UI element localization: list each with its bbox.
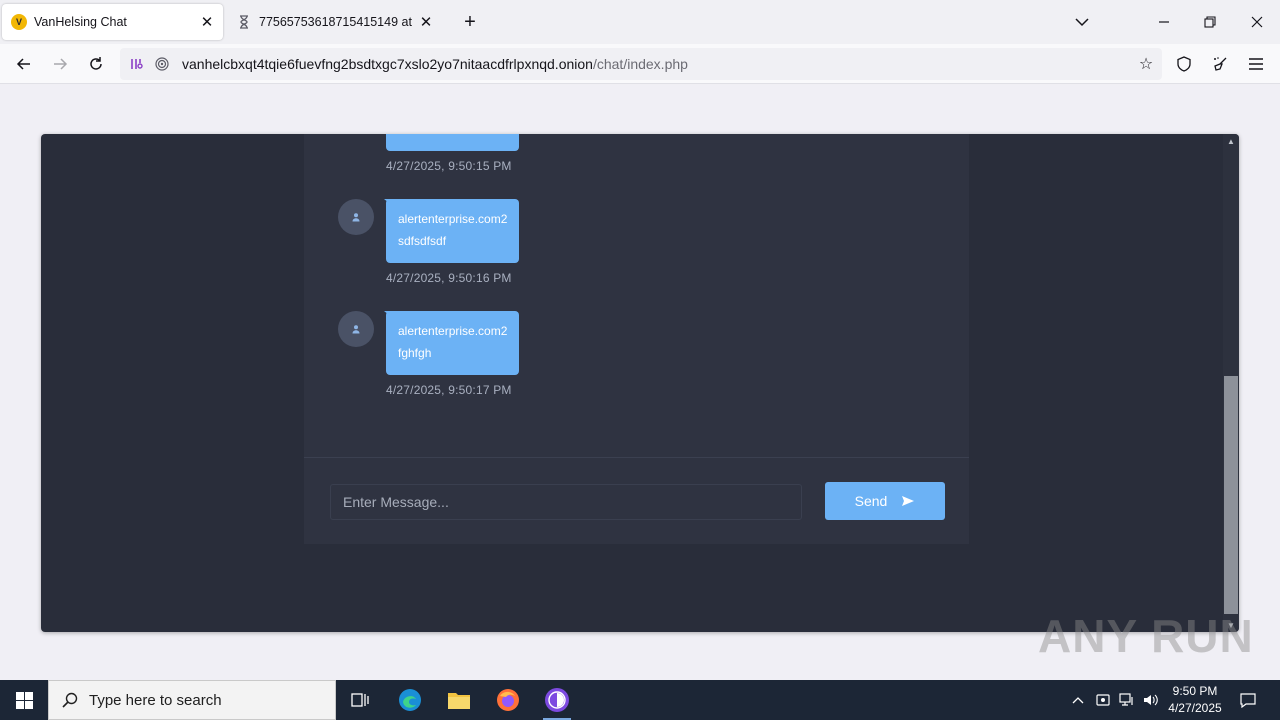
- clock-date: 4/27/2025: [1168, 701, 1222, 715]
- hamburger-menu-icon[interactable]: [1242, 50, 1270, 78]
- shield-icon[interactable]: [1170, 50, 1198, 78]
- message-sender: alertenterprise.com2: [398, 324, 508, 338]
- close-tab-icon[interactable]: ✕: [197, 12, 217, 32]
- bookmark-star-icon[interactable]: ☆: [1136, 54, 1156, 74]
- clock-time: 9:50 PM: [1172, 684, 1218, 698]
- forward-button[interactable]: [46, 50, 74, 78]
- address-bar[interactable]: vanhelcbxqt4tqie6fuevfng2bsdtxgc7xslo2yo…: [120, 48, 1162, 80]
- reload-button[interactable]: [82, 50, 110, 78]
- url-text: vanhelcbxqt4tqie6fuevfng2bsdtxgc7xslo2yo…: [182, 56, 688, 72]
- restore-icon[interactable]: [1196, 8, 1224, 36]
- show-hidden-icons-chevron-icon[interactable]: [1068, 690, 1088, 710]
- vertical-scrollbar[interactable]: ▲ ▼: [1223, 134, 1239, 632]
- tor-browser-icon[interactable]: [537, 684, 577, 720]
- taskbar-clock[interactable]: 9:50 PM 4/27/2025: [1160, 683, 1230, 717]
- browser-tab-bar: V VanHelsing Chat ✕ 775657536187154151​4…: [0, 0, 1280, 44]
- page-content: 4/27/2025, 9:50:15 PM alertenterprise.co…: [0, 85, 1280, 680]
- message-bubble: alertenterprise.com2 fghfgh: [384, 311, 519, 375]
- tab-title: 775657536187154151​49 at Duck: [259, 15, 416, 29]
- message-sender: [398, 134, 507, 141]
- close-tab-icon[interactable]: ✕: [416, 12, 436, 32]
- task-view-icon[interactable]: [340, 684, 380, 716]
- search-icon: [61, 691, 79, 709]
- onion-site-icon[interactable]: [152, 54, 172, 74]
- tab-duckduckgo[interactable]: 775657536187154151​49 at Duck ✕: [228, 4, 442, 40]
- message-sender: alertenterprise.com2: [398, 212, 508, 226]
- message-input[interactable]: [330, 484, 802, 520]
- close-window-icon[interactable]: [1243, 8, 1271, 36]
- search-placeholder: Type here to search: [89, 691, 222, 709]
- file-explorer-icon[interactable]: [439, 684, 479, 716]
- send-arrow-icon: [901, 495, 915, 507]
- tab-title: VanHelsing Chat: [34, 15, 127, 29]
- defender-icon[interactable]: [1093, 690, 1113, 710]
- new-identity-broom-icon[interactable]: [1206, 50, 1234, 78]
- hourglass-icon: [236, 14, 252, 30]
- url-host: vanhelcbxqt4tqie6fuevfng2bsdtxgc7xslo2yo…: [182, 56, 593, 72]
- anyrun-watermark: ANY RUN: [1038, 610, 1254, 662]
- tor-circuit-icon[interactable]: [126, 54, 146, 74]
- windows-start-icon[interactable]: [0, 680, 48, 720]
- message-text: sdfsdfsdf: [398, 234, 447, 248]
- edge-browser-icon[interactable]: [390, 684, 430, 716]
- windows-taskbar: Type here to search 9:50 PM 4/27/2025: [0, 680, 1280, 720]
- composer-divider: [304, 457, 969, 458]
- user-avatar-icon: [338, 199, 374, 235]
- user-avatar-icon: [338, 311, 374, 347]
- message-list[interactable]: 4/27/2025, 9:50:15 PM alertenterprise.co…: [304, 134, 969, 457]
- vanhelsing-favicon-icon: V: [11, 14, 27, 30]
- navigation-toolbar: vanhelcbxqt4tqie6fuevfng2bsdtxgc7xslo2yo…: [0, 44, 1280, 84]
- chat-panel: 4/27/2025, 9:50:15 PM alertenterprise.co…: [304, 134, 969, 544]
- message-bubble: [386, 134, 519, 151]
- volume-icon[interactable]: [1141, 690, 1161, 710]
- notifications-icon[interactable]: [1238, 690, 1258, 710]
- firefox-icon[interactable]: [488, 684, 528, 716]
- back-button[interactable]: [10, 50, 38, 78]
- message-bubble: alertenterprise.com2 sdfsdfsdf: [384, 199, 519, 263]
- network-icon[interactable]: [1117, 690, 1137, 710]
- scroll-up-arrow-icon[interactable]: ▲: [1223, 134, 1239, 148]
- send-label: Send: [854, 493, 888, 509]
- list-all-tabs-icon[interactable]: [1068, 8, 1096, 36]
- chat-container: 4/27/2025, 9:50:15 PM alertenterprise.co…: [41, 134, 1239, 632]
- tab-vanhelsing-chat[interactable]: V VanHelsing Chat ✕: [2, 4, 223, 40]
- url-path: /chat/index.php: [592, 56, 688, 72]
- taskbar-search-box[interactable]: Type here to search: [48, 680, 336, 720]
- message-timestamp: 4/27/2025, 9:50:15 PM: [386, 159, 512, 173]
- scrollbar-thumb[interactable]: [1224, 376, 1238, 614]
- message-text: fghfgh: [398, 346, 432, 360]
- send-button[interactable]: Send: [825, 482, 945, 520]
- message-timestamp: 4/27/2025, 9:50:17 PM: [386, 383, 512, 397]
- message-timestamp: 4/27/2025, 9:50:16 PM: [386, 271, 512, 285]
- new-tab-button[interactable]: +: [458, 10, 482, 34]
- minimize-icon[interactable]: [1150, 8, 1178, 36]
